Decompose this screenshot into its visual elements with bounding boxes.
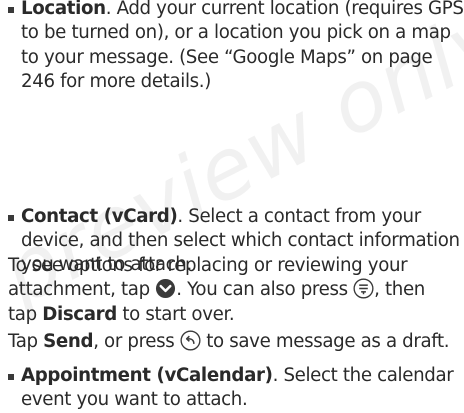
chevron-down-circle-icon	[156, 279, 176, 299]
list-item-line: to your message. (See “Google Maps” on p…	[21, 46, 433, 68]
menu-icon	[353, 278, 374, 299]
term-contact: Contact (vCard)	[21, 205, 178, 227]
term-send: Send	[43, 331, 94, 352]
paragraph-line: tap Discard to start over.	[8, 303, 235, 325]
back-icon	[180, 330, 201, 351]
list-item-line: Location. Add your current location (req…	[21, 0, 464, 19]
list-item-line: device, and then select which contact in…	[21, 230, 460, 252]
list-item-line: Appointment (vCalendar). Select the cale…	[21, 364, 454, 386]
list-item-appointment: Appointment (vCalendar). Select the cale…	[0, 364, 464, 413]
term-appointment: Appointment (vCalendar)	[21, 364, 273, 386]
list-item-line: event you want to attach.	[21, 389, 248, 411]
paragraph-line: To see options for replacing or reviewin…	[8, 255, 408, 276]
paragraph-attachment-options: To see options for replacing or reviewin…	[0, 254, 464, 327]
term-discard: Discard	[42, 303, 117, 325]
list-item-line: 246 for more details.)	[21, 71, 211, 93]
list-item-location: Location. Add your current location (req…	[0, 0, 464, 95]
manual-page: preview only Location. Add your current …	[0, 0, 464, 410]
term-location: Location	[21, 0, 106, 19]
bullet-marker	[8, 7, 14, 13]
list-item-line: Contact (vCard). Select a contact from y…	[21, 205, 421, 227]
paragraph-line: attachment, tap . You can also press , t…	[8, 278, 425, 301]
bullet-marker	[8, 373, 14, 380]
list-item-line: to be turned on), or a location you pick…	[21, 22, 451, 44]
bullet-marker	[8, 214, 14, 221]
